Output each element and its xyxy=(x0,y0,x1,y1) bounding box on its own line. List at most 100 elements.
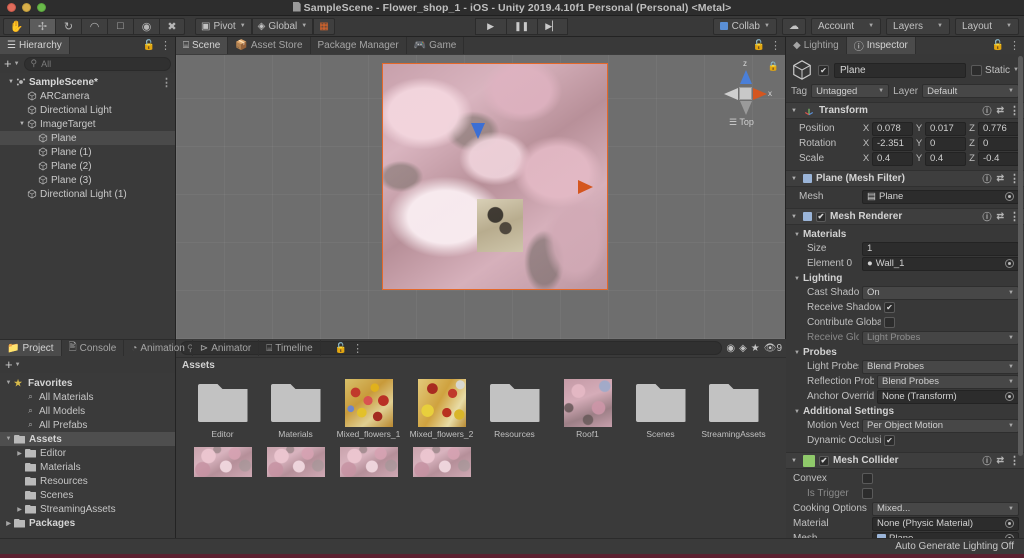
static-checkbox[interactable] xyxy=(971,64,983,76)
materials-section-label[interactable]: ▼ Materials xyxy=(791,227,1019,241)
mesh-collider-component-header[interactable]: ▼ ✔ Mesh Collider ⓘ ⇄ ⋮ xyxy=(786,452,1024,469)
tab-game[interactable]: 🎮 Game xyxy=(407,37,465,54)
hierarchy-item-imagetarget[interactable]: ▼ ImageTarget xyxy=(0,117,175,131)
filter-by-label-icon[interactable]: ◈ xyxy=(739,343,747,354)
expand-arrow-icon[interactable]: ▶ xyxy=(3,520,14,527)
asset-item[interactable]: Roof1 xyxy=(551,379,624,439)
hierarchy-item-directional-light[interactable]: ▶ Directional Light xyxy=(0,103,175,117)
tab-console[interactable]: 🖹 Console xyxy=(62,340,125,356)
object-name-input[interactable]: Plane xyxy=(834,62,967,78)
receive-shadows-checkbox[interactable]: ✔ xyxy=(884,302,895,313)
project-tree-item-favorites[interactable]: ▼ ★ Favorites xyxy=(0,376,175,390)
hierarchy-item-plane[interactable]: ▶ Plane xyxy=(0,131,175,145)
scene-menu-icon[interactable]: ⋮ xyxy=(161,76,172,89)
panel-menu-icon[interactable]: ⋮ xyxy=(1009,39,1020,52)
move-gizmo-z-arrow[interactable] xyxy=(471,123,486,140)
additional-settings-section-label[interactable]: ▼ Additional Settings xyxy=(791,404,1019,418)
global-toggle-button[interactable]: ◈ Global ▼ xyxy=(251,17,314,35)
tab-hierarchy[interactable]: ☰ Hierarchy xyxy=(0,37,70,54)
object-picker-icon[interactable] xyxy=(1005,259,1014,268)
collapse-arrow-icon[interactable]: ▼ xyxy=(791,108,799,114)
collapse-arrow-icon[interactable]: ▼ xyxy=(791,214,799,220)
visible-count-icon[interactable]: 👁9 xyxy=(764,343,782,354)
project-tree-item-resources[interactable]: ▶ Resources xyxy=(0,474,175,488)
cooking-options-dropdown[interactable]: Mixed... ▼ xyxy=(872,501,1019,516)
panel-menu-icon[interactable]: ⋮ xyxy=(770,39,781,52)
gizmo-left-arrow[interactable] xyxy=(724,88,738,100)
hierarchy-item-samplescene[interactable]: ▼ SampleScene* ⋮ xyxy=(0,75,175,89)
tab-lighting[interactable]: ◆ Lighting xyxy=(786,37,847,54)
asset-item[interactable]: Mixed_flowers_1 xyxy=(332,379,405,439)
asset-item[interactable] xyxy=(332,447,405,477)
materials-element0-field[interactable]: ● Wall_1 xyxy=(862,256,1019,271)
create-object-button[interactable]: + ▼ xyxy=(4,57,20,70)
hierarchy-item-plane-2[interactable]: ▶ Plane (2) xyxy=(0,159,175,173)
project-tree-item-packages[interactable]: ▶ Packages xyxy=(0,516,175,530)
contribute-gi-checkbox[interactable] xyxy=(884,317,895,328)
rotation-z-input[interactable]: 0 xyxy=(978,136,1019,151)
object-picker-icon[interactable] xyxy=(1005,192,1014,201)
help-icon[interactable]: ⓘ xyxy=(982,210,991,223)
expand-arrow-icon[interactable]: ▼ xyxy=(3,380,14,386)
play-button[interactable]: ▶ xyxy=(474,17,506,35)
project-tree-item-assets[interactable]: ▼ Assets xyxy=(0,432,175,446)
mesh-filter-mesh-field[interactable]: ▤ Plane xyxy=(862,189,1019,204)
rotation-y-input[interactable]: 0 xyxy=(925,136,966,151)
hierarchy-item-plane-3[interactable]: ▶ Plane (3) xyxy=(0,173,175,187)
project-tree-item-scenes[interactable]: ▶ Scenes xyxy=(0,488,175,502)
move-tool-button[interactable]: ✢ xyxy=(29,17,55,35)
scale-tool-button[interactable]: ◠ xyxy=(81,17,107,35)
tab-asset-store[interactable]: 📦 Asset Store xyxy=(228,37,311,54)
lock-icon[interactable]: 🔓 xyxy=(335,343,347,354)
asset-item[interactable]: Materials xyxy=(259,379,332,439)
help-icon[interactable]: ⓘ xyxy=(982,454,991,467)
reflection-probes-dropdown[interactable]: Blend Probes ▼ xyxy=(877,374,1019,389)
project-tree-item-editor[interactable]: ▶ Editor xyxy=(0,446,175,460)
transform-tool-button[interactable]: ◉ xyxy=(133,17,159,35)
probes-section-label[interactable]: ▼ Probes xyxy=(791,345,1019,359)
preset-icon[interactable]: ⇄ xyxy=(996,455,1004,466)
anchor-override-field[interactable]: None (Transform) xyxy=(877,389,1019,404)
step-button[interactable]: ▶▏ xyxy=(536,17,568,35)
asset-item[interactable]: Mixed_flowers_2 xyxy=(405,379,478,439)
tab-inspector[interactable]: ⓘ Inspector xyxy=(846,37,916,54)
lighting-section-label[interactable]: ▼ Lighting xyxy=(791,271,1019,285)
object-picker-icon[interactable] xyxy=(1005,534,1014,538)
asset-item[interactable]: Editor xyxy=(186,379,259,439)
tab-project[interactable]: 📁 Project xyxy=(0,340,62,356)
tab-scene[interactable]: ⌸ Scene xyxy=(176,37,229,54)
account-button[interactable]: Account ▼ xyxy=(810,17,882,35)
materials-size-input[interactable]: 1 xyxy=(862,241,1019,256)
collider-mesh-field[interactable]: Plane xyxy=(872,531,1019,538)
tab-animation[interactable]: ◔ Animation xyxy=(124,340,193,356)
scale-y-input[interactable]: 0.4 xyxy=(925,151,966,166)
rotate-tool-button[interactable]: ↻ xyxy=(55,17,81,35)
static-toggle[interactable]: Static ▼ xyxy=(971,64,1019,76)
gizmo-view-label[interactable]: ☰ Top xyxy=(729,117,754,128)
object-picker-icon[interactable] xyxy=(1005,392,1014,401)
rotation-x-input[interactable]: -2.351 xyxy=(872,136,913,151)
project-tree-item-all-materials[interactable]: ▶⌕ All Materials xyxy=(0,390,175,404)
tab-animator[interactable]: ⊳ Animator xyxy=(193,340,260,356)
project-tree-item-materials[interactable]: ▶ Materials xyxy=(0,460,175,474)
filter-by-type-icon[interactable]: ◉ xyxy=(726,343,735,354)
cast-shadows-dropdown[interactable]: On ▼ xyxy=(862,285,1019,300)
asset-item[interactable]: Resources xyxy=(478,379,551,439)
collab-button[interactable]: Collab ▼ xyxy=(712,17,777,35)
scene-lock-icon[interactable]: 🔒 xyxy=(768,61,779,72)
tag-dropdown[interactable]: Untagged ▼ xyxy=(811,84,890,98)
position-x-input[interactable]: 0.078 xyxy=(872,121,913,136)
panel-menu-icon[interactable]: ⋮ xyxy=(352,342,363,355)
mesh-renderer-enabled-checkbox[interactable]: ✔ xyxy=(816,211,826,222)
expand-arrow-icon[interactable]: ▼ xyxy=(6,79,16,85)
lock-icon[interactable]: 🔓 xyxy=(992,40,1004,51)
light-probes-dropdown[interactable]: Blend Probes ▼ xyxy=(862,359,1019,374)
pause-button[interactable]: ❚❚ xyxy=(505,17,537,35)
layer-dropdown[interactable]: Default ▼ xyxy=(922,84,1019,98)
custom-tool-button[interactable]: ✖ xyxy=(159,17,185,35)
layers-button[interactable]: Layers ▼ xyxy=(886,17,950,35)
preset-icon[interactable]: ⇄ xyxy=(996,105,1004,116)
preset-icon[interactable]: ⇄ xyxy=(996,173,1004,184)
scale-z-input[interactable]: -0.4 xyxy=(978,151,1019,166)
hierarchy-search-input[interactable]: ⚲ All xyxy=(23,56,171,71)
